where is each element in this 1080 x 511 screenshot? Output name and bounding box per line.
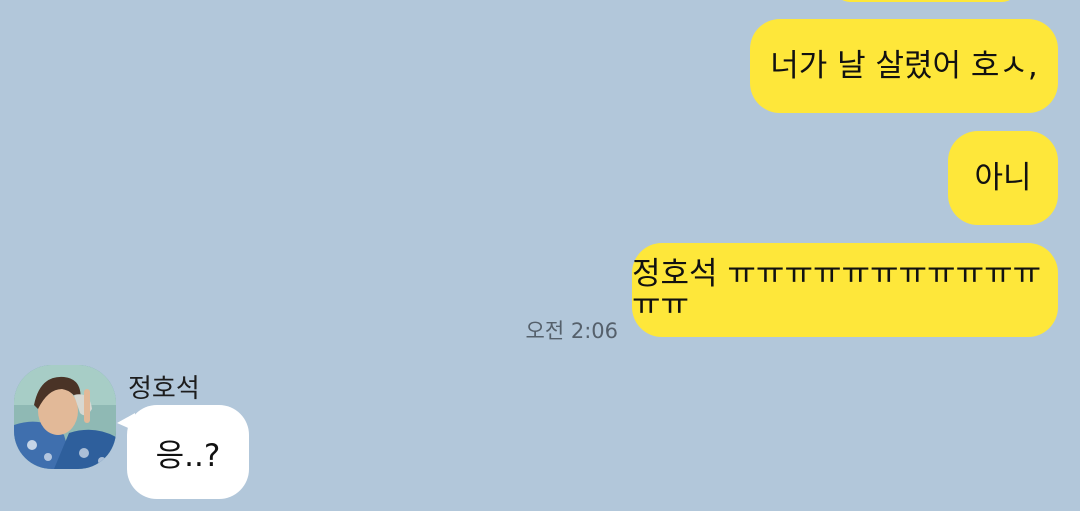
message-text: 정호석 ㅠㅠㅠㅠㅠㅠㅠㅠㅠㅠㅠㅠㅠ <box>632 256 1042 323</box>
message-text: 응..? <box>155 437 221 474</box>
bubble-tail <box>117 413 135 431</box>
profile-photo-icon <box>14 365 116 469</box>
message-bubble-outgoing[interactable]: 아니 <box>948 131 1058 225</box>
avatar[interactable] <box>14 365 116 469</box>
message-text: 너가 날 살렸어 호ㅅ, <box>770 47 1038 84</box>
message-timestamp: 오전 2:06 <box>525 319 618 343</box>
message-text: 아니 <box>974 159 1032 196</box>
chat-area[interactable]: 너가 날 살렸어 호ㅅ, 아니 정호석 ㅠㅠㅠㅠㅠㅠㅠㅠㅠㅠㅠㅠㅠ 오전 2:0… <box>0 0 1080 511</box>
message-bubble-outgoing[interactable]: 정호석 ㅠㅠㅠㅠㅠㅠㅠㅠㅠㅠㅠㅠㅠ <box>632 243 1058 337</box>
sender-name: 정호석 <box>128 374 200 404</box>
previous-message-bubble[interactable] <box>834 0 1018 2</box>
message-bubble-incoming[interactable]: 응..? <box>117 405 249 499</box>
message-bubble-outgoing[interactable]: 너가 날 살렸어 호ㅅ, <box>750 19 1058 113</box>
